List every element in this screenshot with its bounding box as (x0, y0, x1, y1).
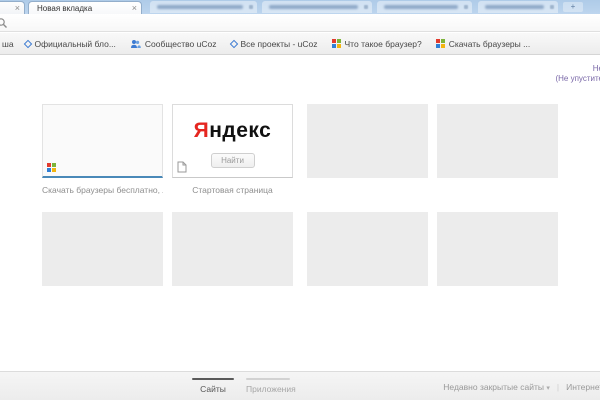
bottom-bar: Сайты Приложения Недавно закрытые сайты … (0, 371, 600, 400)
bookmark-item-download-browsers[interactable]: Скачать браузеры ... (429, 33, 538, 54)
bookmark-label: Что такое браузер? (345, 39, 422, 49)
active-tab-indicator (192, 378, 234, 380)
speed-dial-tile-empty[interactable] (437, 104, 558, 178)
speed-dial-tile-yandex[interactable]: Яндекс Найти (172, 104, 293, 178)
speed-dial-tile-empty[interactable] (42, 212, 163, 286)
blurred-tab-text (384, 5, 458, 9)
bookmark-item-partial[interactable]: ша (0, 33, 18, 54)
speed-dial-tile-download-browsers[interactable] (42, 104, 163, 178)
tab-partial-left[interactable]: × (0, 1, 25, 14)
windows-colors-icon (332, 39, 341, 48)
blurred-tab-text (269, 5, 358, 9)
footer-tab-sites[interactable]: Сайты (192, 378, 234, 394)
promo-line2: (Не упустите (555, 74, 600, 84)
inactive-tab-indicator (246, 378, 290, 380)
speed-dial-tile-empty[interactable] (307, 212, 428, 286)
tile-caption: Стартовая страница (172, 185, 293, 195)
windows-colors-icon (436, 39, 445, 48)
bookmark-item-what-is-browser[interactable]: Что такое браузер? (325, 33, 429, 54)
blurred-tab-text (157, 5, 243, 9)
tab-new-tab[interactable]: Новая вкладка × (28, 1, 142, 14)
bookmark-label: Скачать браузеры ... (449, 39, 531, 49)
yandex-search-button[interactable]: Найти (211, 153, 255, 168)
browser-window: × Новая вкладка × + ша Официальный бло..… (0, 0, 600, 400)
inactive-tab[interactable] (377, 1, 472, 13)
inactive-tab[interactable] (150, 1, 257, 13)
bookmark-label: Все проекты - uCoz (241, 39, 318, 49)
windows-colors-icon (47, 163, 56, 172)
address-bar[interactable] (0, 14, 600, 32)
promo-line1: Не (555, 64, 600, 74)
search-icon (0, 17, 8, 29)
bookmark-label: Официальный бло... (35, 39, 116, 49)
footer-tab-label: Сайты (192, 384, 234, 394)
ucoz-diamond-icon (23, 39, 31, 47)
internet-link[interactable]: Интернет- (566, 382, 600, 392)
bookmark-item-ucoz-community[interactable]: Сообщество uCoz (123, 33, 224, 54)
promo-text[interactable]: Не (Не упустите (555, 64, 600, 84)
bookmark-label: ша (2, 39, 14, 49)
yandex-logo: Яндекс (173, 119, 292, 143)
footer-tab-label: Приложения (246, 384, 290, 394)
new-tab-button[interactable]: + (563, 2, 583, 12)
page-icon (177, 161, 187, 173)
close-icon[interactable] (464, 5, 468, 9)
chevron-down-icon: ▾ (546, 385, 550, 392)
bookmarks-bar: ша Официальный бло... Сообщество uCoz Вс… (0, 33, 600, 55)
speed-dial-tile-empty[interactable] (172, 212, 293, 286)
bookmark-item-all-projects[interactable]: Все проекты - uCoz (224, 33, 325, 54)
close-icon[interactable] (550, 5, 554, 9)
close-icon[interactable] (364, 5, 368, 9)
close-icon[interactable]: × (15, 4, 20, 13)
inactive-tab[interactable] (478, 1, 558, 13)
speed-dial-tile-empty[interactable] (307, 104, 428, 178)
bookmark-label: Сообщество uCoz (145, 39, 217, 49)
footer-right-links: Недавно закрытые сайты ▾ | Интернет- (443, 382, 600, 392)
tab-strip: × Новая вкладка × + (0, 0, 600, 14)
footer-tab-apps[interactable]: Приложения (246, 378, 290, 394)
tab-title: Новая вкладка (37, 4, 132, 13)
bookmark-item-official-blog[interactable]: Официальный бло... (18, 33, 123, 54)
ucoz-diamond-icon (229, 39, 237, 47)
people-icon (130, 39, 141, 49)
speed-dial-tile-empty[interactable] (437, 212, 558, 286)
inactive-tab[interactable] (262, 1, 372, 13)
blurred-tab-text (485, 5, 544, 9)
tile-caption: Скачать браузеры бесплатно, л... (42, 185, 163, 195)
recently-closed-link[interactable]: Недавно закрытые сайты ▾ (443, 382, 550, 392)
separator: | (557, 382, 559, 392)
close-icon[interactable]: × (132, 4, 137, 13)
close-icon[interactable] (249, 5, 253, 9)
